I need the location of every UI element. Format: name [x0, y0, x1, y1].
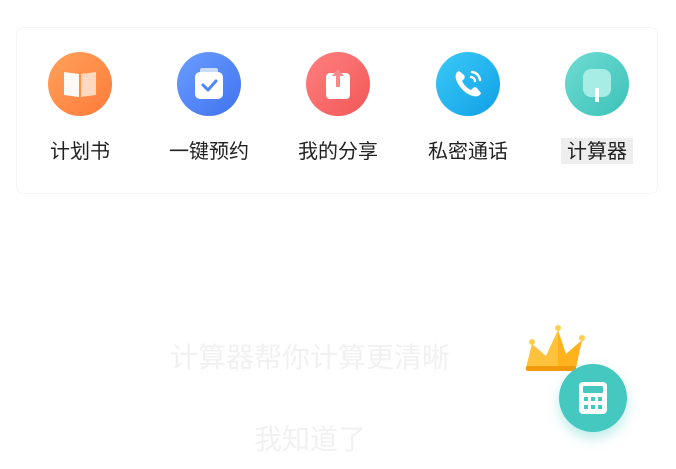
tool-label: 计算器: [561, 138, 633, 164]
tool-label: 私密通话: [428, 139, 508, 163]
calculator-fab-button[interactable]: [559, 364, 627, 432]
phone-icon: [436, 52, 500, 116]
dismiss-guide-button[interactable]: 我知道了: [0, 418, 620, 458]
tool-private-call[interactable]: 私密通话: [413, 52, 523, 172]
tool-quick-appointment[interactable]: 一键预约: [154, 52, 264, 172]
tool-my-share[interactable]: 我的分享: [283, 52, 393, 172]
tool-label: 一键预约: [169, 139, 249, 163]
tool-label: 计划书: [50, 139, 110, 163]
share-card-icon: [306, 52, 370, 116]
open-book-icon: [48, 52, 112, 116]
calculator-icon: [579, 382, 607, 414]
tool-calculator[interactable]: 计算器: [542, 52, 652, 172]
tool-plan-book[interactable]: 计划书: [25, 52, 135, 172]
calculator-icon: [565, 52, 629, 116]
tool-label: 我的分享: [298, 139, 378, 163]
tool-panel: 计划书 一键预约 我的分享 私密通话 计算器: [17, 28, 657, 193]
calendar-check-icon: [177, 52, 241, 116]
